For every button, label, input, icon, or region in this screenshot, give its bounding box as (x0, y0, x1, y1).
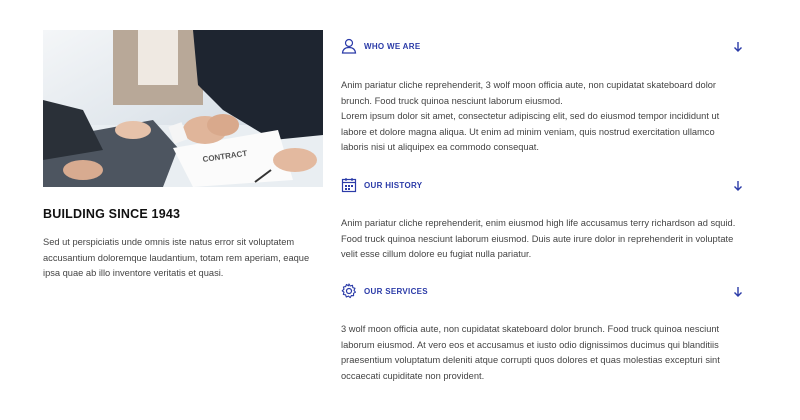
accordion: WHO WE ARE Anim pariatur cliche reprehen… (341, 0, 743, 420)
accordion-body-our-services: 3 wolf moon officia aute, non cupidatat … (341, 322, 743, 384)
accordion-paragraph: 3 wolf moon officia aute, non cupidatat … (341, 324, 720, 381)
section-title: BUILDING SINCE 1943 (43, 207, 181, 221)
calendar-icon (341, 177, 357, 193)
accordion-title: OUR HISTORY (364, 180, 423, 190)
user-icon (341, 38, 357, 54)
accordion-title: OUR SERVICES (364, 286, 428, 296)
accordion-paragraph: Lorem ipsum dolor sit amet, consectetur … (341, 111, 720, 153)
section-description: Sed ut perspiciatis unde omnis iste natu… (43, 237, 310, 278)
arrow-down-icon[interactable] (733, 285, 743, 297)
accordion-paragraph: Anim pariatur cliche reprehenderit, 3 wo… (341, 80, 717, 106)
accordion-header-our-history[interactable]: OUR HISTORY (341, 176, 743, 194)
accordion-header-our-services[interactable]: OUR SERVICES (341, 282, 743, 300)
accordion-header-who-we-are[interactable]: WHO WE ARE (341, 37, 743, 55)
gear-icon (341, 283, 357, 299)
arrow-down-icon[interactable] (733, 179, 743, 191)
accordion-title: WHO WE ARE (364, 41, 421, 51)
accordion-paragraph: Anim pariatur cliche reprehenderit, enim… (341, 218, 736, 260)
accordion-body-who-we-are: Anim pariatur cliche reprehenderit, 3 wo… (341, 78, 743, 156)
accordion-body-our-history: Anim pariatur cliche reprehenderit, enim… (341, 216, 743, 263)
arrow-down-icon[interactable] (733, 40, 743, 52)
handshake-photo: CONTRACT (43, 30, 323, 187)
